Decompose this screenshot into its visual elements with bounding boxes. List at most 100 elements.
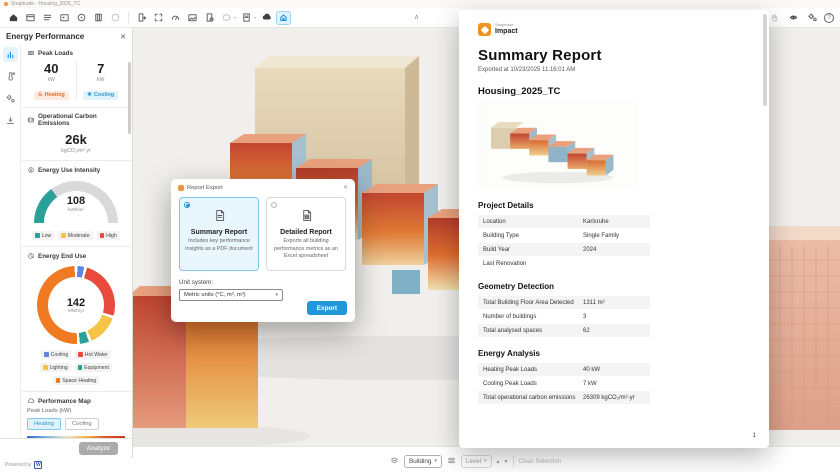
layers-icon[interactable] xyxy=(40,11,55,25)
impact-tool-icon[interactable] xyxy=(276,11,291,25)
report-exported-at: Exported at 10/23/2025 11:16:01 AM xyxy=(478,67,769,73)
panel-rail xyxy=(0,44,21,438)
export-button[interactable]: Export xyxy=(307,301,347,315)
unit-system-select[interactable]: Metric units (°C, m², m³) ▾ xyxy=(179,289,283,301)
sync-icon[interactable] xyxy=(259,11,274,25)
excel-doc-icon xyxy=(301,209,312,222)
performance-map-card: Performance Map Peak Loads (kW) Heating … xyxy=(21,392,132,438)
cooling-metric: 7 kW ❄Cooling xyxy=(76,61,126,101)
table-row: Total operational carbon emissions26309 … xyxy=(478,391,650,404)
report-building-render xyxy=(478,101,638,189)
energy-performance-tab-icon[interactable] xyxy=(3,47,18,62)
powered-by-logo: W xyxy=(34,461,42,469)
performance-map-subtitle: Peak Loads (kW) xyxy=(27,408,125,414)
divider xyxy=(513,456,514,467)
end-use-legend: Cooling Hot Water Lighting Equipment Spa… xyxy=(27,350,125,385)
panel-content: Peak Loads 40 kW ♨Heating 7 kW ❄Cooling xyxy=(21,44,132,438)
unit-system-value: Metric units (°C, m², m³) xyxy=(184,292,246,298)
titlebar: Snaptrude - Housing_2025_TC xyxy=(0,0,840,8)
comfort-tab-icon[interactable] xyxy=(3,69,18,84)
collapse-toolbar-icon[interactable]: ∧ xyxy=(414,13,419,21)
table-row: Last Renovation xyxy=(478,257,650,270)
level-layers-icon xyxy=(447,452,456,470)
option-title: Detailed Report xyxy=(272,229,340,236)
gauge-icon[interactable] xyxy=(168,11,183,25)
model-menu-icon xyxy=(219,11,234,25)
report-project-name: Housing_2025_TC xyxy=(478,86,769,97)
level-down-icon[interactable]: ▾ xyxy=(505,458,508,465)
view-icon[interactable] xyxy=(786,11,801,25)
summary-report-option[interactable]: Summary Report Includes key performance … xyxy=(179,197,259,271)
project-details-table: LocationKarlsruhe Building TypeSingle Fa… xyxy=(478,215,650,270)
geometry-detection-table: Total Building Floor Area Detected1311 m… xyxy=(478,296,650,337)
panel-footer: Analyze xyxy=(0,438,132,458)
target-icon[interactable] xyxy=(74,11,89,25)
export-tab-icon[interactable] xyxy=(3,113,18,128)
dialog-title: Report Export xyxy=(187,185,223,191)
summary-report-panel: Snaptrude Impact Summary Report Exported… xyxy=(459,10,769,448)
app-logo-icon xyxy=(4,2,8,6)
card-title: Peak Loads xyxy=(38,50,73,57)
table-row: LocationKarlsruhe xyxy=(478,215,650,228)
building-stack-icon xyxy=(390,452,399,470)
end-use-value: 142 xyxy=(67,297,85,309)
end-use-card: Energy End Use 142 MWh/yr Cooling Hot Wa… xyxy=(21,247,132,392)
energy-analysis-table: Heating Peak Loads40 kW Cooling Peak Loa… xyxy=(478,363,650,404)
heat-scale-bar xyxy=(27,436,125,438)
cooling-icon: ❄ xyxy=(87,92,92,98)
brand-name: Impact xyxy=(495,28,518,36)
section-heading: Energy Analysis xyxy=(478,349,769,358)
radio-selected-icon[interactable] xyxy=(184,202,190,208)
settings-tab-icon[interactable] xyxy=(3,91,18,106)
heating-icon: ♨ xyxy=(38,92,43,98)
level-up-icon[interactable]: ▴ xyxy=(497,458,500,465)
doc-settings-icon[interactable] xyxy=(202,11,217,25)
render-icon[interactable] xyxy=(185,11,200,25)
radio-unselected-icon[interactable] xyxy=(271,202,277,208)
chevron-down-icon: ▾ xyxy=(484,458,487,464)
carbon-unit: kgCO₂/m²·yr xyxy=(27,148,125,154)
report-export-dialog: Report Export ✕ Summary Report Includes … xyxy=(171,179,355,322)
option-desc: Includes key performance insights as a P… xyxy=(185,238,253,253)
end-use-donut: 142 MWh/yr xyxy=(37,266,115,344)
cooling-value: 7 xyxy=(77,61,126,76)
close-icon[interactable]: ✕ xyxy=(120,33,126,41)
clear-selection-button[interactable]: Clear Selection xyxy=(519,458,562,465)
powered-by: Powered by W xyxy=(0,458,133,472)
fit-view-icon[interactable] xyxy=(151,11,166,25)
close-icon[interactable]: ✕ xyxy=(343,184,348,191)
option-desc: Exports all building performance metrics… xyxy=(272,238,340,261)
dialog-header[interactable]: Report Export ✕ xyxy=(171,179,355,194)
building-select[interactable]: Building▾ xyxy=(404,455,442,468)
option-title: Summary Report xyxy=(185,229,253,236)
heating-badge: ♨Heating xyxy=(34,91,69,100)
heating-value: 40 xyxy=(27,61,76,76)
peak-loads-card: Peak Loads 40 kW ♨Heating 7 kW ❄Cooling xyxy=(21,44,132,108)
export-doc-icon[interactable] xyxy=(134,11,149,25)
home-icon[interactable] xyxy=(6,11,21,25)
detailed-report-option[interactable]: Detailed Report Exports all building per… xyxy=(266,197,346,271)
doc-menu-icon[interactable] xyxy=(239,11,254,25)
pan-icon[interactable] xyxy=(767,11,782,25)
cooling-tab[interactable]: Cooling xyxy=(65,418,99,430)
help-icon[interactable]: ? xyxy=(824,13,834,23)
window-icon[interactable] xyxy=(23,11,38,25)
analyze-button[interactable]: Analyze xyxy=(79,442,118,455)
table-row: Building TypeSingle Family xyxy=(478,229,650,242)
table-row: Total analysed spaces62 xyxy=(478,324,650,337)
impact-dialog-icon xyxy=(178,185,184,191)
chevron-down-icon: ▾ xyxy=(434,458,437,464)
settings-icon[interactable] xyxy=(805,11,820,25)
toolbar-right: ? xyxy=(767,11,834,25)
report-scrollbar[interactable] xyxy=(763,14,767,106)
impact-brand: Snaptrude Impact xyxy=(478,23,769,36)
panel-scrollbar[interactable] xyxy=(128,62,131,134)
level-select[interactable]: Level▾ xyxy=(461,455,492,468)
building-icon[interactable] xyxy=(91,11,106,25)
eui-icon xyxy=(27,166,35,174)
frame-icon[interactable] xyxy=(57,11,72,25)
eui-value: 108 xyxy=(34,195,118,207)
impact-logo-icon xyxy=(478,23,491,36)
heating-tab[interactable]: Heating xyxy=(27,418,61,430)
eui-gauge: 108 kWh/m² xyxy=(34,181,118,225)
